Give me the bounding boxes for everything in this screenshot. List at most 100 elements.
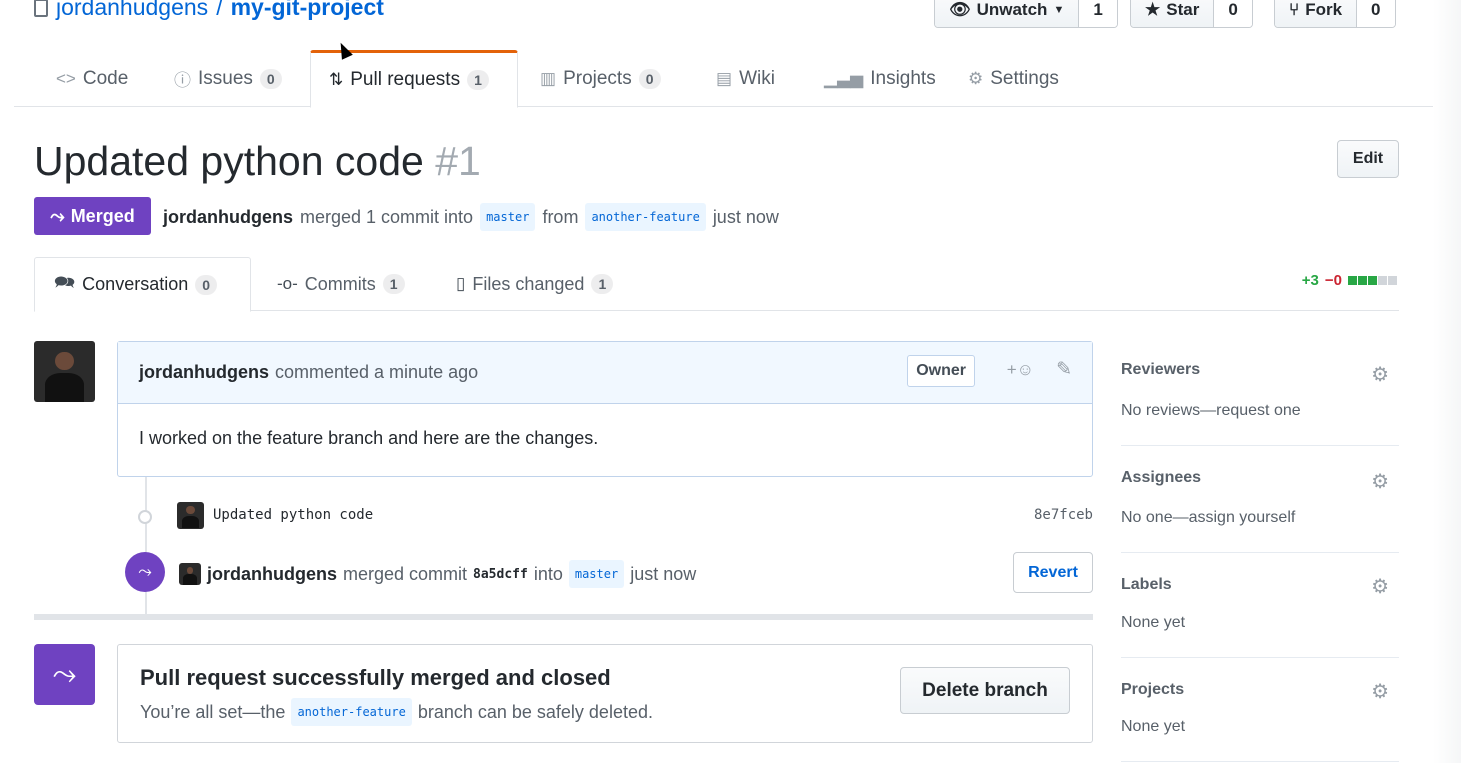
fork-label: Fork: [1305, 0, 1343, 19]
repo-nav: <> Code ⓘ Issues 0 ⇅ Pull requests 1 ▥ P…: [14, 50, 1434, 108]
tab-files-changed-label: Files changed: [472, 273, 585, 294]
assignees-title[interactable]: Assignees: [1121, 469, 1201, 487]
star-group: ★ Star 0: [1130, 0, 1253, 28]
comment-timestamp[interactable]: commented a minute ago: [275, 362, 478, 383]
pr-number: #1: [435, 138, 481, 184]
merge-into-text: into: [533, 563, 563, 584]
merge-author-link[interactable]: jordanhudgens: [207, 564, 337, 585]
diffstat-blocks: [1348, 276, 1397, 285]
commit-sha[interactable]: 8e7fceb: [1034, 507, 1093, 523]
comment-author-link[interactable]: jordanhudgens: [139, 362, 269, 383]
merge-event-text: merged commit: [343, 563, 468, 584]
repo-name-link[interactable]: my-git-project: [231, 0, 384, 21]
star-count[interactable]: 0: [1214, 0, 1252, 27]
comment-author-avatar[interactable]: [34, 341, 95, 402]
pr-author-link[interactable]: jordanhudgens: [163, 207, 293, 228]
sidebar-labels: Labels ⚙ None yet: [1121, 553, 1399, 658]
merge-icon: ⤳: [50, 205, 65, 226]
repo-title: jordanhudgens / my-git-project: [34, 0, 384, 21]
tab-issues-label: Issues: [198, 67, 253, 89]
conversation-counter: 0: [195, 274, 218, 295]
graph-icon: ▁▃▅: [824, 68, 864, 88]
fork-group: ⑂ Fork 0: [1274, 0, 1396, 28]
diff-icon: ▯: [456, 274, 466, 293]
pr-title-text: Updated python code: [34, 138, 424, 184]
tab-projects-label: Projects: [563, 67, 632, 89]
repo-owner-link[interactable]: jordanhudgens: [56, 0, 208, 21]
base-branch[interactable]: master: [480, 203, 536, 231]
watch-count[interactable]: 1: [1079, 0, 1117, 27]
revert-button[interactable]: Revert: [1013, 552, 1093, 593]
tab-commits[interactable]: -o- Commits 1: [277, 257, 405, 311]
sidebar-reviewers: Reviewers ⚙ No reviews—request one: [1121, 350, 1399, 446]
pr-time: just now: [712, 206, 779, 227]
pull-request-icon: ⇅: [329, 70, 344, 89]
diffstat-deletions: −0: [1324, 272, 1342, 289]
code-icon: <>: [56, 68, 76, 88]
tab-settings-label: Settings: [990, 67, 1059, 89]
gear-icon: ⚙: [968, 68, 984, 88]
files-changed-counter: 1: [591, 274, 614, 294]
add-reaction-icon[interactable]: +☺: [1007, 360, 1034, 380]
merge-status-box: Pull request successfully merged and clo…: [117, 644, 1093, 743]
tab-code[interactable]: <> Code: [56, 50, 128, 107]
caret-down-icon: ▼: [1053, 4, 1065, 16]
fork-count[interactable]: 0: [1357, 0, 1395, 27]
pr-title: Updated python code #1: [34, 138, 481, 185]
tab-settings[interactable]: ⚙ Settings: [968, 50, 1059, 107]
gear-icon[interactable]: ⚙: [1371, 679, 1389, 704]
reviewers-value: No reviews—request one: [1121, 402, 1301, 419]
tab-insights[interactable]: ▁▃▅ Insights: [824, 50, 936, 107]
gear-icon[interactable]: ⚙: [1371, 469, 1389, 494]
star-button[interactable]: ★ Star: [1131, 0, 1215, 27]
commits-counter: 1: [382, 274, 405, 294]
tab-wiki[interactable]: ▤ Wiki: [716, 50, 775, 107]
eye-icon: 👁: [949, 0, 971, 19]
reviewers-title[interactable]: Reviewers: [1121, 361, 1200, 379]
delete-branch-button[interactable]: Delete branch: [900, 667, 1070, 714]
merge-commit-sha[interactable]: 8a5dcff: [473, 567, 528, 582]
gear-icon[interactable]: ⚙: [1371, 574, 1389, 599]
tab-issues[interactable]: ⓘ Issues 0: [174, 50, 282, 107]
tab-projects[interactable]: ▥ Projects 0: [540, 50, 661, 107]
edit-title-button[interactable]: Edit: [1337, 140, 1399, 178]
labels-title[interactable]: Labels: [1121, 576, 1172, 594]
unwatch-button[interactable]: 👁 Unwatch ▼: [935, 0, 1080, 27]
tab-conversation[interactable]: 🗪 Conversation 0: [34, 257, 251, 312]
git-merge-icon: ⤳: [34, 644, 95, 705]
gear-icon[interactable]: ⚙: [1371, 362, 1389, 387]
merge-status-suffix: branch can be safely deleted.: [417, 701, 653, 722]
fork-icon: ⑂: [1289, 0, 1300, 19]
pr-merged-text: merged 1 commit into: [300, 206, 474, 227]
head-branch[interactable]: another-feature: [585, 203, 706, 231]
watch-group: 👁 Unwatch ▼ 1: [934, 0, 1118, 28]
state-label: Merged: [70, 205, 135, 226]
tab-code-label: Code: [82, 67, 129, 89]
comment-body: I worked on the feature branch and here …: [139, 428, 599, 448]
merged-state-badge: ⤳ Merged: [34, 197, 151, 235]
diffstat-additions: +3: [1301, 272, 1319, 289]
labels-value: None yet: [1121, 614, 1186, 631]
commit-author-avatar[interactable]: [177, 501, 204, 529]
merge-status-sub: You’re all set—the another-feature branc…: [140, 698, 653, 726]
pr-from-text: from: [542, 206, 579, 227]
merge-target-branch[interactable]: master: [568, 560, 625, 588]
pr-tabs: 🗪 Conversation 0 -o- Commits 1 ▯ Files c…: [34, 257, 1399, 312]
comment-discussion-icon: 🗪: [54, 273, 76, 292]
pencil-icon[interactable]: ✎: [1056, 358, 1072, 381]
project-icon: ▥: [540, 68, 557, 88]
merge-status-heading: Pull request successfully merged and clo…: [140, 665, 611, 690]
tab-files-changed[interactable]: ▯ Files changed 1: [456, 257, 614, 311]
commit-dot-icon: [138, 510, 152, 524]
projects-counter: 0: [638, 68, 661, 89]
diffstat: +3 −0: [1302, 272, 1397, 289]
projects-title[interactable]: Projects: [1121, 681, 1184, 699]
owner-badge: Owner: [907, 355, 975, 387]
deletable-branch[interactable]: another-feature: [291, 698, 412, 726]
merge-author-avatar[interactable]: [179, 563, 201, 585]
comment: jordanhudgens commented a minute ago Own…: [117, 341, 1093, 477]
fork-button[interactable]: ⑂ Fork: [1275, 0, 1358, 27]
commit-message[interactable]: Updated python code: [213, 507, 373, 523]
unwatch-label: Unwatch: [976, 0, 1048, 19]
tab-insights-label: Insights: [870, 67, 936, 89]
